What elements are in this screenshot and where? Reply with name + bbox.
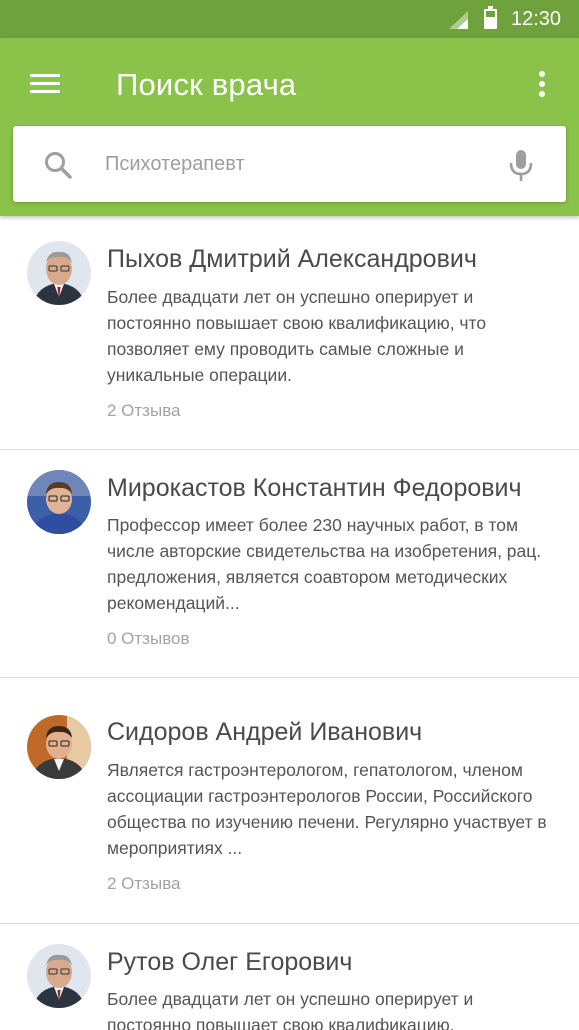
doctor-avatar: [27, 944, 91, 1008]
doctor-description: Более двадцати лет он успешно оперирует …: [107, 989, 474, 1030]
doctor-list-item[interactable]: Мирокастов Константин Федорович Профессо…: [0, 450, 579, 678]
status-time: 12:30: [511, 8, 562, 30]
search-bar: [13, 126, 566, 202]
doctor-reviews-count[interactable]: 2 Отзыва: [107, 401, 181, 421]
more-vert-icon[interactable]: [532, 70, 552, 100]
doctor-reviews-count[interactable]: 2 Отзыва: [107, 874, 181, 894]
menu-icon[interactable]: [30, 72, 62, 98]
doctor-list-item[interactable]: Рутов Олег Егорович Более двадцати лет о…: [0, 924, 579, 1030]
doctor-list: Пыхов Дмитрий Александрович Более двадца…: [0, 216, 579, 1030]
doctor-name: Рутов Олег Егорович: [107, 948, 353, 976]
doctor-description: Профессор имеет более 230 научных работ,…: [107, 515, 542, 613]
doctor-name: Мирокастов Константин Федорович: [107, 474, 522, 502]
doctor-name: Пыхов Дмитрий Александрович: [107, 245, 477, 273]
signal-icon: [457, 19, 468, 29]
doctor-name: Сидоров Андрей Иванович: [107, 718, 423, 746]
doctor-list-item[interactable]: Пыхов Дмитрий Александрович Более двадца…: [0, 216, 579, 450]
status-bar: 12:30: [0, 0, 579, 38]
doctor-avatar: [27, 715, 91, 779]
doctor-avatar: [27, 470, 91, 534]
doctor-avatar: [27, 241, 91, 305]
page-title: Поиск врача: [116, 67, 297, 102]
search-icon[interactable]: [43, 150, 73, 180]
doctor-description: Более двадцати лет он успешно оперирует …: [107, 287, 487, 385]
mic-icon[interactable]: [507, 148, 535, 184]
doctor-reviews-count[interactable]: 0 Отзывов: [107, 629, 190, 649]
app-bar: Поиск врача: [0, 38, 579, 216]
search-input[interactable]: [105, 144, 485, 184]
doctor-list-item[interactable]: Сидоров Андрей Иванович Является гастроэ…: [0, 678, 579, 924]
doctor-description: Является гастроэнтерологом, гепатологом,…: [107, 760, 547, 858]
battery-icon: [484, 6, 497, 29]
